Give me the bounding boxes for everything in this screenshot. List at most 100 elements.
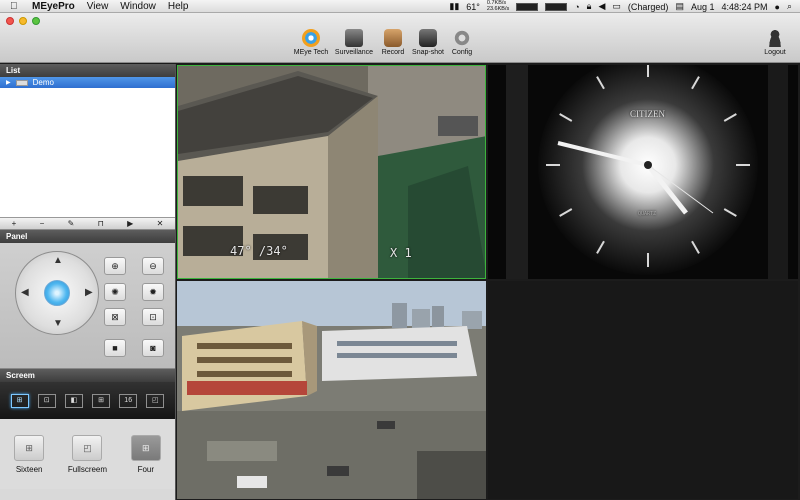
video-tile-4-empty[interactable] — [488, 281, 798, 499]
meye-tech-button[interactable]: MEye Tech — [291, 29, 331, 56]
camera-feed-clock — [488, 65, 798, 279]
panel-header: Panel — [0, 230, 175, 243]
sixteen-grid-icon: ⊞ — [14, 435, 45, 461]
arrow-right-icon[interactable]: ▶ — [85, 287, 93, 298]
layout-nine-icon[interactable]: ⊞ — [92, 393, 111, 408]
app-window: { "menubar": { "app_name": "MEyePro", "i… — [0, 0, 800, 500]
sidebar: List ▶ Demo + − ✎ ⊓ ▶ ✕ Panel ▲ ▼ ◀ ▶ ⊕ … — [0, 64, 176, 500]
menu-help[interactable]: Help — [168, 1, 189, 12]
temperature: 61° — [466, 1, 480, 12]
layout-four-icon[interactable]: ⊞ — [10, 393, 29, 408]
video-tile-1[interactable]: 47° /34° X 1 — [177, 65, 486, 279]
user-icon[interactable]: ● — [775, 2, 780, 12]
ptz-center-button[interactable] — [44, 280, 70, 306]
record-button[interactable]: Record — [373, 29, 413, 56]
meye-tech-icon — [302, 29, 320, 47]
play-icon[interactable]: ▶ — [127, 219, 133, 228]
clock-brand-text: CITIZEN — [630, 109, 665, 119]
surveillance-label: Surveillance — [334, 49, 374, 56]
zoom-in-icon[interactable]: ⊕ — [104, 257, 126, 275]
edit-pencil-icon[interactable]: ✎ — [68, 219, 75, 228]
zoom-out-icon[interactable]: ⊖ — [142, 257, 164, 275]
battery-icon[interactable]: ▭ — [612, 1, 621, 12]
logout-button[interactable]: Logout — [760, 29, 790, 56]
spotlight-icon[interactable]: ⌕ — [787, 1, 792, 12]
meye-tech-label: MEye Tech — [293, 49, 329, 56]
config-button[interactable]: Config — [442, 29, 482, 56]
fullscreen-button[interactable]: ◰ Fullscreem — [60, 435, 114, 474]
sixteen-label: Sixteen — [15, 465, 43, 474]
apple-icon[interactable]:  — [10, 1, 24, 12]
list-header: List — [0, 64, 175, 77]
minimize-window-button[interactable] — [19, 17, 27, 25]
menu-view[interactable]: View — [87, 1, 109, 12]
ptz-direction-pad[interactable]: ▲ ▼ ◀ ▶ — [15, 251, 99, 335]
record-label: Record — [381, 49, 405, 56]
menu-window[interactable]: Window — [120, 1, 156, 12]
arrow-up-icon[interactable]: ▲ — [53, 255, 63, 266]
film-icon — [384, 29, 402, 47]
device-list[interactable]: ▶ Demo — [0, 77, 175, 218]
focus-near-icon[interactable]: ✺ — [104, 283, 126, 301]
list-toolbar: + − ✎ ⊓ ▶ ✕ — [0, 218, 175, 230]
clock-time[interactable]: 4:48:24 PM — [721, 2, 767, 12]
network-speed: 0.7KB/s 23.6KB/s — [486, 0, 510, 12]
clock-date[interactable]: Aug 1 — [691, 2, 715, 12]
flag-icon[interactable]: ▤ — [675, 1, 684, 12]
video-tile-2[interactable]: CITIZEN QUARTZ — [488, 65, 798, 279]
four-grid-icon: ⊞ — [130, 435, 161, 461]
wifi-icon[interactable]: ◔ — [574, 2, 579, 12]
focus-far-icon[interactable]: ✹ — [142, 283, 164, 301]
window-toolbar: MEye Tech Surveillance Record Snap-shot … — [0, 13, 800, 63]
add-device-icon[interactable]: + — [12, 219, 17, 228]
clock-quartz-text: QUARTZ — [638, 211, 657, 217]
arrow-down-icon[interactable]: ▼ — [53, 318, 63, 329]
cam1-osd-angle: 47° /34° — [230, 244, 288, 258]
close-window-button[interactable] — [6, 17, 14, 25]
four-button[interactable]: ⊞ Four — [119, 435, 173, 474]
lock-icon[interactable]: 🔒︎ — [587, 1, 592, 12]
video-tile-3[interactable] — [177, 281, 486, 499]
video-grid: 47° /34° X 1 CITIZEN QUARTZ — [176, 64, 800, 500]
gear-icon — [453, 29, 471, 47]
screem-header: Screem — [0, 369, 175, 382]
screen-mode-buttons: ⊞ Sixteen ◰ Fullscreem ⊞ Four — [0, 419, 175, 489]
surveillance-button[interactable]: Surveillance — [334, 29, 374, 56]
snapshot-icon — [419, 29, 437, 47]
layout-sixteen-icon[interactable]: 16 — [119, 393, 138, 408]
iris-open-icon[interactable]: ⊠ — [104, 308, 126, 326]
menu-app-name[interactable]: MEyePro — [32, 1, 75, 12]
layout-one-icon[interactable]: ⊡ — [37, 393, 56, 408]
activity-graph-2 — [545, 2, 568, 11]
dvr-device-icon — [15, 79, 28, 86]
arrow-left-icon[interactable]: ◀ — [21, 287, 29, 298]
ptz-panel: ▲ ▼ ◀ ▶ ⊕ ⊖ ✺ ✹ ⊠ ⊡ ■ ◙ — [0, 243, 175, 369]
camera-feed-building — [178, 66, 485, 278]
status-area: ▮▮ 61° 0.7KB/s 23.6KB/s ◔ 🔒︎ ◀ ▭ (Charge… — [449, 0, 792, 13]
fullscreen-label: Fullscreem — [67, 465, 108, 474]
remove-device-icon[interactable]: − — [40, 219, 45, 228]
net-down: 23.6KB/s — [486, 5, 510, 12]
camera-snapshot-icon[interactable]: ◙ — [142, 339, 164, 357]
close-icon[interactable]: ✕ — [157, 219, 164, 228]
menu-bar:  MEyePro View Window Help ▮▮ 61° 0.7KB/… — [0, 0, 800, 13]
lock-device-icon[interactable]: ⊓ — [98, 219, 104, 228]
config-label: Config — [451, 49, 473, 56]
disclosure-triangle-icon[interactable]: ▶ — [6, 79, 11, 86]
layout-selector: ⊞ ⊡ ◧ ⊞ 16 ◰ — [0, 382, 175, 419]
logout-label: Logout — [764, 49, 786, 56]
layout-pip-icon[interactable]: ◰ — [146, 393, 165, 408]
camera-icon — [345, 29, 363, 47]
fullscreen-icon: ◰ — [72, 435, 103, 461]
cam1-osd-zoom: X 1 — [390, 246, 412, 260]
device-row-demo[interactable]: ▶ Demo — [0, 77, 175, 88]
battery-status[interactable]: (Charged) — [628, 2, 669, 12]
zoom-window-button[interactable] — [32, 17, 40, 25]
layout-six-icon[interactable]: ◧ — [64, 393, 83, 408]
sixteen-button[interactable]: ⊞ Sixteen — [2, 435, 56, 474]
video-record-icon[interactable]: ■ — [104, 339, 126, 357]
snapshot-label: Snap-shot — [412, 49, 444, 56]
camera-feed-city — [177, 281, 486, 499]
volume-icon[interactable]: ◀ — [598, 1, 605, 12]
iris-close-icon[interactable]: ⊡ — [142, 308, 164, 326]
